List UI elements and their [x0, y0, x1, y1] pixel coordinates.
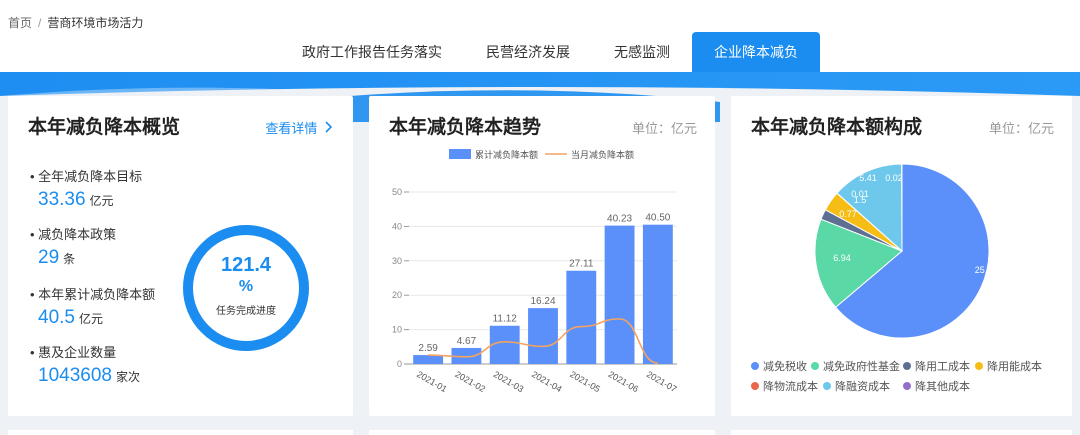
progress-ring: 121.4 % 任务完成进度: [180, 222, 312, 354]
legend-item[interactable]: 降物流成本: [751, 379, 818, 393]
legend-dot: [751, 362, 759, 370]
tab-monitoring[interactable]: 无感监测: [592, 32, 692, 72]
composition-card: 本年减负降本额构成 单位：亿元 25.83 6.94 0.77 1.5 0.01 5.41…: [731, 96, 1072, 416]
next-row-card-edge: [8, 430, 353, 435]
tab-bar: 政府工作报告任务落实 民营经济发展 无感监测 企业降本减负: [280, 32, 820, 72]
x-tick-label: 2021-04: [530, 369, 564, 394]
legend-label: 降物流成本: [763, 379, 818, 393]
pie-slice-label: 25.83: [975, 265, 998, 275]
stat-annual-target: 全年减负降本目标 33.36亿元: [30, 166, 142, 211]
bar-value-label: 40.23: [607, 214, 632, 225]
legend-item[interactable]: 降其他成本: [903, 379, 970, 393]
stat-policies: 减负降本政策 29条: [30, 224, 116, 269]
bar: [642, 224, 673, 364]
y-tick-label: 50: [392, 187, 402, 197]
legend-swatch-bar: [449, 149, 471, 159]
progress-value: 121.4: [220, 254, 272, 276]
y-tick-label: 10: [392, 325, 402, 335]
y-tick-label: 30: [392, 256, 402, 266]
y-tick-label: 20: [392, 290, 402, 300]
pie-slice-label: 0.02: [885, 173, 903, 183]
chevron-right-icon: [325, 121, 333, 136]
trend-card: 本年减负降本趋势 单位：亿元 累计减负降本额 当月减负降本额 0 10 20 30 40 50…: [369, 96, 715, 416]
bar: [489, 325, 520, 364]
stat-label: 全年减负降本目标: [30, 166, 142, 185]
view-details-link[interactable]: 查看详情: [265, 118, 333, 137]
stat-unit: 家次: [115, 370, 140, 384]
pie-slice-label: 5.41: [859, 173, 877, 183]
pie-slice-label: 0.77: [839, 209, 857, 219]
next-row-card-edge: [369, 430, 715, 435]
bar-value-label: 11.12: [493, 314, 518, 325]
legend-label: 减免税收: [763, 359, 807, 373]
stat-value: 29: [38, 247, 60, 268]
legend-label: 降用能成本: [987, 359, 1042, 373]
tab-private-economy[interactable]: 民营经济发展: [464, 32, 592, 72]
legend-dot: [903, 362, 911, 370]
y-tick-label: 0: [397, 359, 402, 369]
legend-dot: [903, 382, 911, 390]
stat-enterprises: 惠及企业数量 1043608家次: [30, 342, 140, 387]
bar-value-label: 4.67: [457, 336, 477, 347]
legend-label: 降融资成本: [835, 379, 890, 393]
breadcrumb-home[interactable]: 首页: [8, 16, 32, 30]
composition-pie-chart: 25.836.940.771.50.015.41 0.02减免税收 减免政府性基金降…: [751, 163, 1042, 393]
x-tick-label: 2021-01: [415, 369, 449, 394]
legend-dot: [751, 382, 759, 390]
legend-dot: [975, 362, 983, 370]
y-tick-label: 40: [392, 221, 402, 231]
stat-value: 1043608: [38, 365, 112, 386]
tab-gov-report[interactable]: 政府工作报告任务落实: [280, 32, 464, 72]
x-tick-label: 2021-06: [607, 369, 641, 394]
x-tick-label: 2021-03: [492, 369, 526, 394]
x-tick-label: 2021-07: [645, 369, 679, 394]
pie-slice-label: 6.94: [833, 253, 851, 263]
stat-unit: 亿元: [78, 312, 103, 326]
stat-unit: 亿元: [89, 194, 114, 208]
legend-item[interactable]: 降用能成本: [975, 359, 1042, 373]
view-details-label: 查看详情: [265, 121, 318, 136]
chart-legend: 累计减负降本额 当月减负降本额: [449, 149, 634, 160]
legend-dot: [823, 382, 831, 390]
overview-card: 本年减负降本概览 查看详情 全年减负降本目标 33.36亿元 减负降本政策 29…: [8, 96, 353, 416]
bar: [528, 308, 558, 364]
breadcrumb-separator: /: [38, 16, 42, 30]
breadcrumb: 首页 / 营商环境市场活力: [8, 14, 143, 31]
stat-label: 本年累计减负降本额: [30, 284, 155, 303]
x-tick-label: 2021-02: [453, 369, 487, 394]
bar: [413, 355, 444, 364]
legend-item[interactable]: 降融资成本: [823, 379, 890, 393]
bar-value-label: 40.50: [645, 213, 670, 224]
stat-cumulative: 本年累计减负降本额 40.5亿元: [30, 284, 155, 329]
legend-label: 降用工成本: [915, 359, 970, 373]
top-bar: 首页 / 营商环境市场活力 政府工作报告任务落实 民营经济发展 无感监测 企业降本减…: [0, 0, 1080, 72]
legend-label: 降其他成本: [915, 379, 970, 393]
progress-percent-symbol: %: [238, 278, 254, 295]
progress-label: 任务完成进度: [216, 306, 276, 317]
next-row-card-edge: [731, 430, 1072, 435]
trend-chart: 累计减负降本额 当月减负降本额 0 10 20 30 40 50 2.59 2021-01 4.67…: [392, 149, 679, 394]
stat-value: 33.36: [38, 189, 86, 210]
bar-value-label: 27.11: [569, 259, 594, 270]
x-tick-label: 2021-05: [568, 369, 602, 394]
bar: [604, 225, 635, 364]
tab-cost-reduction[interactable]: 企业降本减负: [692, 32, 820, 72]
legend-label-monthly: 当月减负降本额: [571, 149, 634, 160]
breadcrumb-current: 营商环境市场活力: [47, 16, 144, 30]
legend-label-cumulative: 累计减负降本额: [475, 149, 538, 160]
stat-label: 惠及企业数量: [30, 342, 140, 361]
legend-label: 减免政府性基金: [823, 359, 900, 373]
bar-value-label: 2.59: [418, 343, 438, 354]
legend-dot: [811, 362, 819, 370]
legend-item[interactable]: 减免政府性基金: [811, 359, 900, 373]
pie-slice-label: 0.01: [851, 189, 869, 199]
legend-item[interactable]: 降用工成本: [903, 359, 970, 373]
stat-label: 减负降本政策: [30, 224, 116, 243]
legend-item[interactable]: 减免税收: [751, 359, 807, 373]
stat-value: 40.5: [38, 307, 75, 328]
stat-unit: 条: [63, 252, 76, 266]
bar-value-label: 16.24: [530, 296, 555, 307]
bar: [566, 270, 597, 364]
overview-title: 本年减负降本概览: [28, 117, 181, 138]
